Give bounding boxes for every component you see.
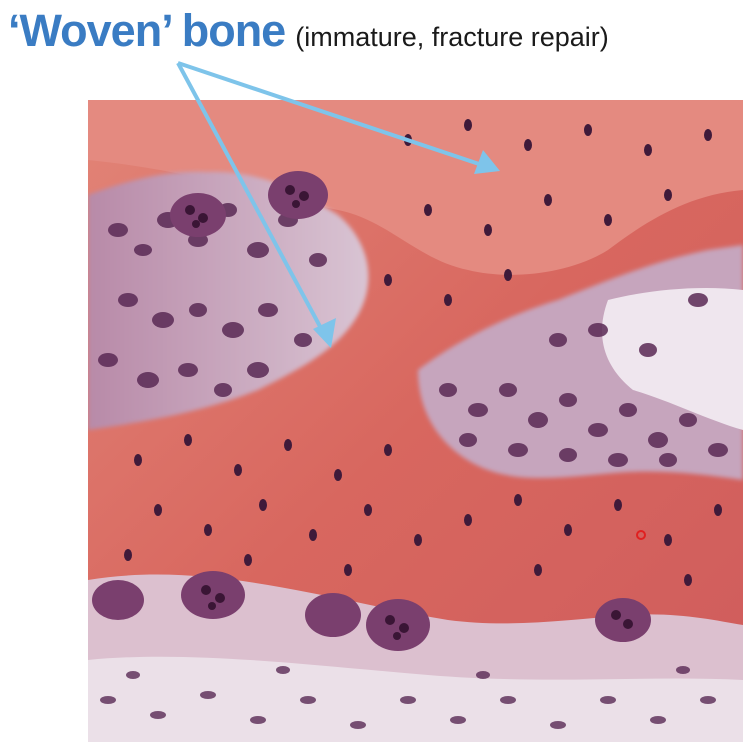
micrograph-image	[88, 100, 743, 742]
title-main: ‘Woven’ bone	[8, 5, 286, 56]
slide-title: ‘Woven’ bone (immature, fracture repair)	[8, 8, 609, 53]
title-subtitle: (immature, fracture repair)	[295, 22, 609, 52]
